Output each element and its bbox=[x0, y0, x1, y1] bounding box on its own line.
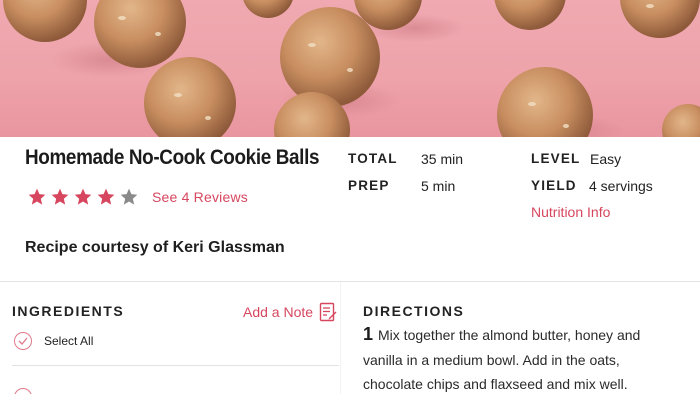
ingredient-checkbox[interactable] bbox=[14, 388, 32, 394]
step-text: Mix together the almond butter, honey an… bbox=[363, 327, 641, 392]
section-divider bbox=[0, 281, 700, 282]
add-note-button[interactable]: Add a Note bbox=[243, 302, 337, 322]
prep-label: PREP bbox=[348, 178, 390, 193]
select-all-row[interactable]: Select All bbox=[14, 332, 93, 350]
star-icon bbox=[51, 188, 69, 205]
select-all-checkbox[interactable] bbox=[14, 332, 32, 350]
recipe-rating[interactable]: See 4 Reviews bbox=[27, 187, 248, 207]
level-label: LEVEL bbox=[531, 151, 581, 166]
select-all-label: Select All bbox=[44, 334, 94, 348]
add-note-label: Add a Note bbox=[243, 304, 314, 320]
prep-value: 5 min bbox=[421, 178, 456, 194]
see-reviews-link[interactable]: See 4 Reviews bbox=[152, 189, 248, 205]
yield-value: 4 servings bbox=[589, 178, 653, 194]
star-icon bbox=[74, 188, 92, 205]
step-number: 1 bbox=[363, 324, 374, 344]
ingredients-heading: INGREDIENTS bbox=[12, 303, 125, 319]
level-value: Easy bbox=[590, 151, 622, 167]
note-edit-icon bbox=[319, 302, 337, 322]
cookie-balls-photo bbox=[3, 0, 700, 137]
recipe-title: Homemade No-Cook Cookie Balls bbox=[25, 146, 320, 169]
star-icon bbox=[28, 188, 46, 205]
recipe-courtesy: Recipe courtesy of Keri Glassman bbox=[25, 239, 285, 256]
star-empty-icon bbox=[120, 188, 138, 205]
nutrition-info-link[interactable]: Nutrition Info bbox=[531, 204, 610, 220]
column-divider bbox=[340, 282, 341, 394]
total-label: TOTAL bbox=[348, 151, 398, 166]
direction-step: 1 Mix together the almond butter, honey a… bbox=[363, 322, 683, 394]
ingredient-divider bbox=[12, 365, 339, 366]
directions-heading: DIRECTIONS bbox=[363, 303, 465, 319]
yield-label: YIELD bbox=[531, 178, 577, 193]
star-icon bbox=[97, 188, 115, 205]
checkmark-icon bbox=[18, 337, 28, 345]
total-value: 35 min bbox=[421, 151, 464, 167]
recipe-hero-image bbox=[0, 0, 700, 137]
